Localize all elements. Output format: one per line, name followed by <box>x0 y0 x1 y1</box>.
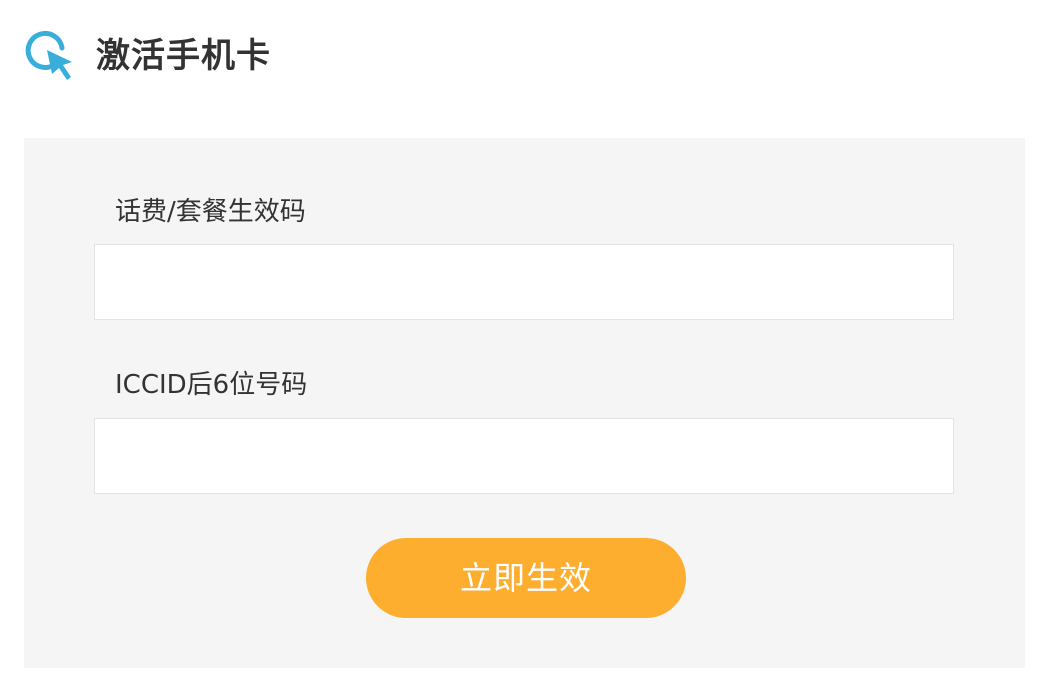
page-header: 激活手机卡 <box>24 28 271 84</box>
page-title: 激活手机卡 <box>96 36 271 76</box>
activate-now-button[interactable]: 立即生效 <box>366 538 686 618</box>
activation-form: 话费/套餐生效码 ICCID后6位号码 立即生效 <box>24 138 1025 668</box>
activation-code-label: 话费/套餐生效码 <box>115 197 306 227</box>
activation-code-input[interactable] <box>94 244 954 320</box>
iccid-input[interactable] <box>94 418 954 494</box>
iccid-label: ICCID后6位号码 <box>115 370 308 400</box>
click-pointer-icon <box>25 30 72 80</box>
